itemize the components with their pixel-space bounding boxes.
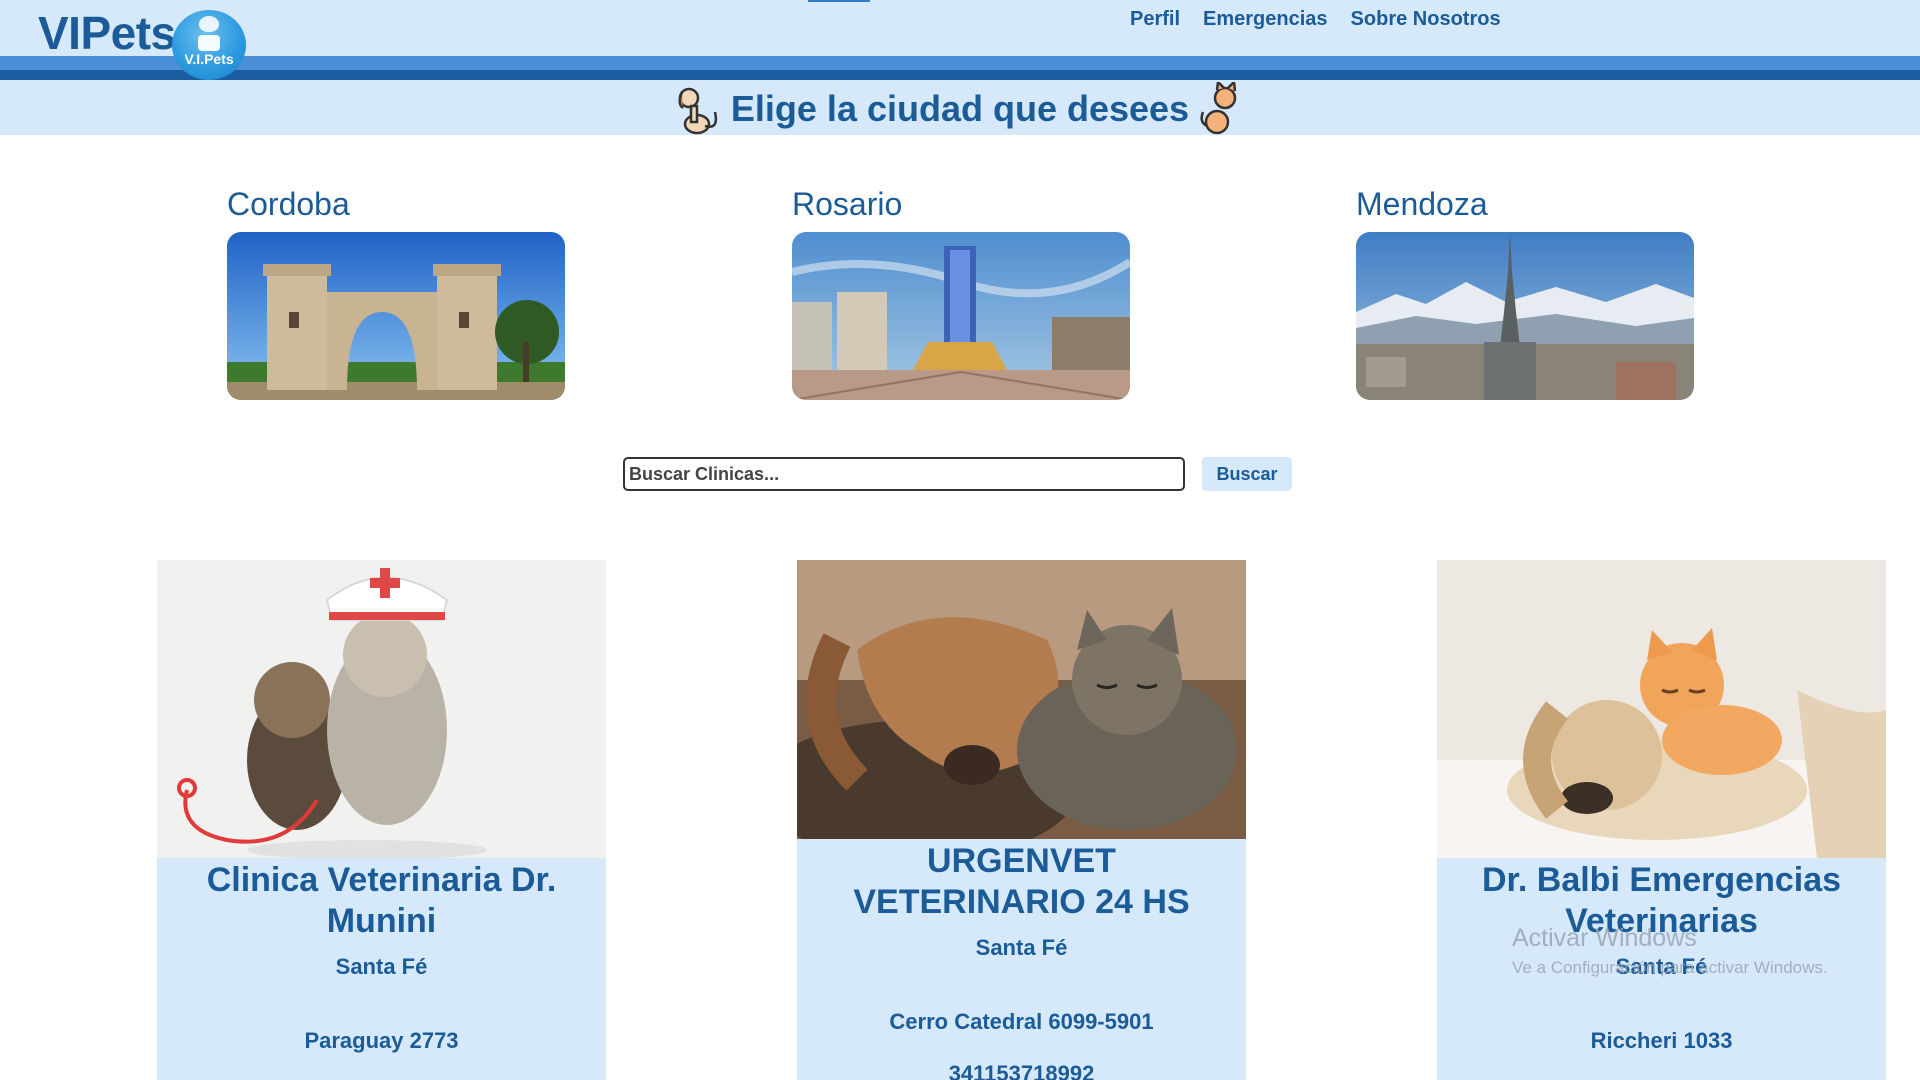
top-header: VIPets Perfil Emergencias Sobre Nosotros — [0, 0, 1920, 59]
windows-activation-title: Activar Windows — [1512, 924, 1697, 952]
logo-pet-face-icon — [199, 16, 219, 32]
mendoza-mountains-photo[interactable] — [1356, 232, 1694, 400]
banner-title: Elige la ciudad que desees — [730, 88, 1190, 129]
cordoba-arch-photo[interactable] — [227, 232, 565, 400]
city-name: Cordoba — [227, 186, 350, 222]
clinic-address: Paraguay 2773 — [304, 1028, 459, 1053]
clinic-address: Riccheri 1033 — [1590, 1028, 1733, 1053]
clinic-name: URGENVET VETERINARIO 24 HS — [853, 842, 1190, 921]
clinic-card-urgenvet[interactable]: URGENVET VETERINARIO 24 HS Santa Fé Cerr… — [797, 560, 1246, 1080]
dog-icon — [678, 87, 718, 135]
clinic-photo-dogs-nurse — [157, 560, 606, 858]
header-band-dark — [0, 70, 1920, 80]
clinic-phone: 341153718992 — [948, 1061, 1095, 1080]
clinic-card-munini[interactable]: Clinica Veterinaria Dr. Munini Santa Fé … — [157, 560, 606, 1080]
vipets-logo[interactable]: V.I.Pets — [172, 10, 246, 80]
header-band-light — [0, 56, 1920, 70]
city-card-rosario[interactable]: Rosario — [792, 184, 1130, 400]
clinic-name: Clinica Veterinaria Dr. Munini — [206, 861, 557, 940]
search-input[interactable] — [623, 457, 1185, 491]
city-card-mendoza[interactable]: Mendoza — [1356, 184, 1694, 400]
clinic-photo-puppy-kitten — [1437, 560, 1886, 858]
main-nav: Perfil Emergencias Sobre Nosotros — [1130, 8, 1501, 31]
brand-name[interactable]: VIPets — [38, 6, 176, 60]
nav-emergencias[interactable]: Emergencias — [1203, 8, 1328, 31]
city-card-cordoba[interactable]: Cordoba — [227, 184, 565, 400]
cat-icon — [1200, 82, 1237, 135]
nav-perfil[interactable]: Perfil — [1130, 8, 1180, 31]
clinic-city: Santa Fé — [975, 935, 1068, 960]
search-button[interactable]: Buscar — [1202, 457, 1292, 491]
logo-text: V.I.Pets — [184, 51, 234, 67]
logo-medical-icon — [198, 35, 220, 51]
city-chooser-banner: Elige la ciudad que desees — [0, 80, 1920, 135]
clinic-city: Santa Fé — [335, 954, 428, 979]
nav-active-indicator — [808, 0, 870, 2]
clinic-address: Cerro Catedral 6099-5901 — [889, 1009, 1154, 1034]
rosario-monument-photo[interactable] — [792, 232, 1130, 400]
clinic-photo-dog-cat — [797, 560, 1246, 839]
city-name: Rosario — [792, 186, 903, 222]
city-name: Mendoza — [1356, 186, 1488, 222]
nav-sobre-nosotros[interactable]: Sobre Nosotros — [1351, 8, 1501, 31]
windows-activation-subtitle: Ve a Configuración para activar Windows. — [1512, 958, 1828, 977]
clinic-card-balbi[interactable]: Dr. Balbi Emergencias Veterinarias Santa… — [1437, 560, 1886, 1080]
